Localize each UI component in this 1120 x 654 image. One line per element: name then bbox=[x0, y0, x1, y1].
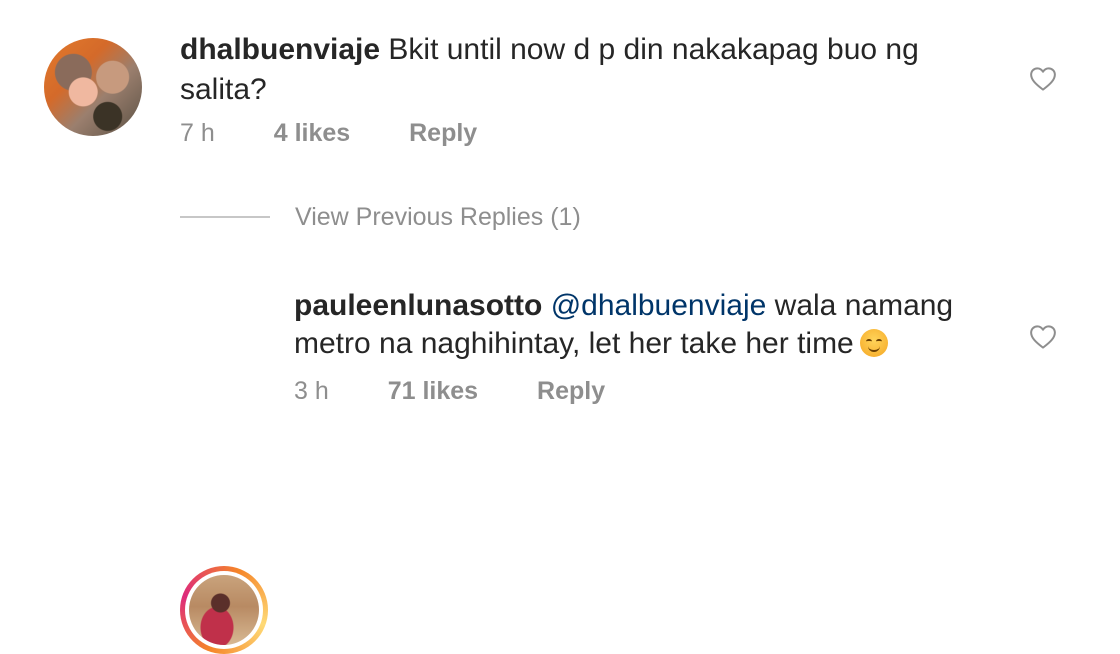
view-previous-replies[interactable]: View Previous Replies (1) bbox=[180, 200, 680, 236]
reply-text-line-1: pauleenlunasotto @dhalbuenviaje wala nam… bbox=[294, 286, 953, 326]
comment-time: 7 h bbox=[180, 119, 215, 147]
reply-body: wala namang bbox=[774, 289, 954, 322]
comment: dhalbuenviaje Bkit until now d p din nak… bbox=[0, 0, 1120, 170]
comment-text-line-1: dhalbuenviaje Bkit until now d p din nak… bbox=[180, 30, 919, 70]
reply-body-continued: metro na naghihintay, let her take her t… bbox=[294, 327, 854, 360]
heart-outline-icon[interactable] bbox=[1028, 64, 1058, 94]
avatar[interactable] bbox=[180, 566, 268, 654]
reply-meta: 3 h 71 likes Reply bbox=[294, 376, 605, 406]
reply-likes-count[interactable]: 71 likes bbox=[388, 377, 478, 405]
comment-text-line-2: salita? bbox=[180, 70, 267, 110]
reply-time: 3 h bbox=[294, 377, 329, 405]
replies-divider bbox=[180, 216, 270, 218]
reply-username[interactable]: pauleenlunasotto bbox=[294, 289, 542, 322]
comment-meta: 7 h 4 likes Reply bbox=[180, 118, 477, 148]
avatar[interactable] bbox=[44, 38, 142, 136]
comment-body: Bkit until now d p din nakakapag buo ng bbox=[388, 33, 919, 66]
emoji-mouth bbox=[867, 344, 880, 352]
reply-text-line-2: metro na naghihintay, let her take her t… bbox=[294, 324, 888, 364]
reply-button[interactable]: Reply bbox=[409, 119, 477, 147]
avatar-photo bbox=[189, 575, 259, 645]
smiling-face-emoji-icon bbox=[859, 329, 888, 357]
heart-outline-icon[interactable] bbox=[1028, 322, 1058, 352]
likes-count[interactable]: 4 likes bbox=[274, 119, 350, 147]
comment-username[interactable]: dhalbuenviaje bbox=[180, 33, 380, 66]
reply-mention[interactable]: @dhalbuenviaje bbox=[551, 289, 767, 322]
comment-body-continued: salita? bbox=[180, 73, 267, 106]
view-previous-replies-label[interactable]: View Previous Replies (1) bbox=[295, 200, 581, 234]
reply-reply-button[interactable]: Reply bbox=[537, 377, 605, 405]
